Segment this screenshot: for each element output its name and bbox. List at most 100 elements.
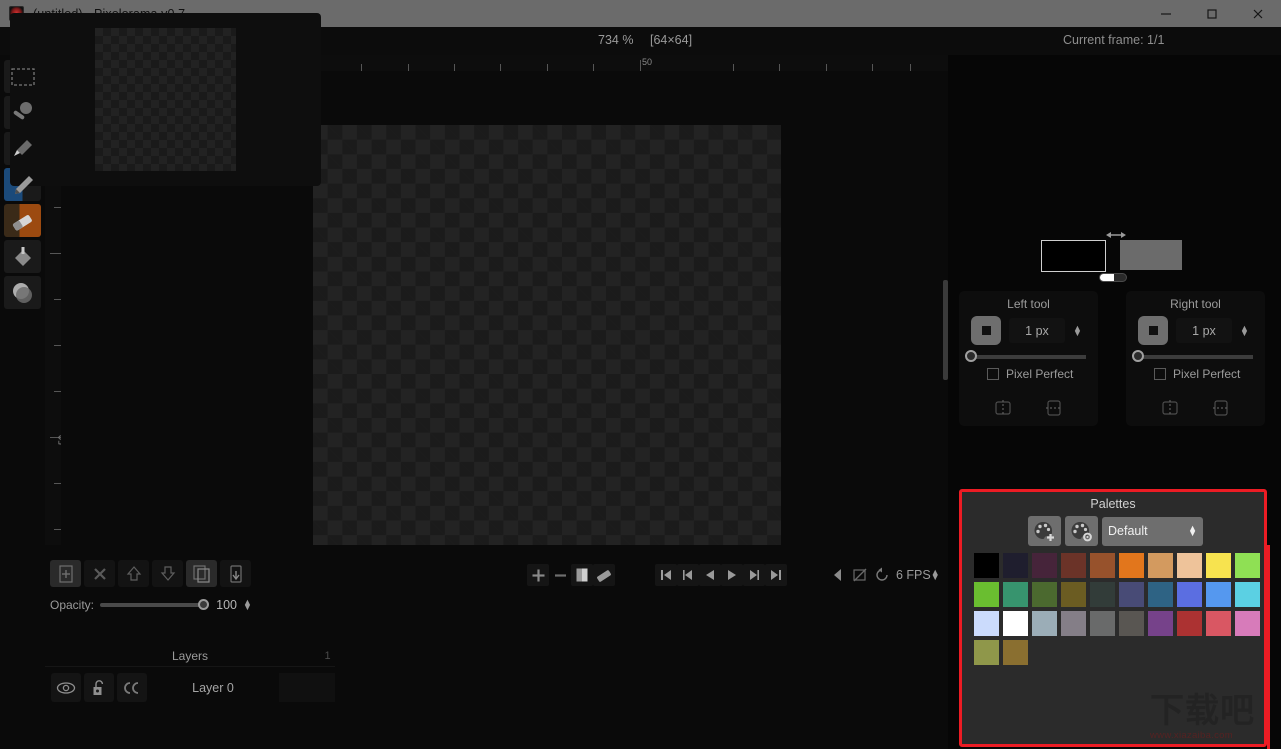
palette-swatch[interactable] xyxy=(1001,551,1030,580)
left-mirror-vertical-icon[interactable] xyxy=(1045,399,1063,422)
palette-swatch[interactable] xyxy=(1146,580,1175,609)
palette-swatch[interactable] xyxy=(1233,551,1262,580)
palette-swatch[interactable] xyxy=(1117,551,1146,580)
palettes-toolbar: Default ▲ ▼ xyxy=(962,511,1264,546)
add-palette-icon[interactable] xyxy=(1028,516,1061,546)
palette-swatch[interactable] xyxy=(1088,580,1117,609)
palette-swatch[interactable] xyxy=(1059,580,1088,609)
palette-swatch[interactable] xyxy=(1088,609,1117,638)
palette-swatch[interactable] xyxy=(972,609,1001,638)
opacity-control: Opacity: 100 ▲ ▼ xyxy=(50,594,270,616)
left-color-swatch[interactable] xyxy=(1041,240,1106,272)
palette-swatch[interactable] xyxy=(1175,580,1204,609)
fps-value[interactable]: 6 FPS xyxy=(896,568,931,582)
copy-frame-button[interactable] xyxy=(571,564,593,586)
palette-swatch[interactable] xyxy=(1233,609,1262,638)
left-mirror-horizontal-icon[interactable] xyxy=(994,399,1012,422)
pencil-tool[interactable] xyxy=(4,168,41,201)
palette-swatch[interactable] xyxy=(1146,551,1175,580)
right-brush-size-slider[interactable] xyxy=(1132,350,1253,362)
table-row[interactable]: Layer 0 xyxy=(45,671,335,704)
right-pixel-perfect-checkbox[interactable] xyxy=(1154,368,1166,380)
right-color-swatch[interactable] xyxy=(1120,240,1182,270)
right-mirror-vertical-icon[interactable] xyxy=(1212,399,1230,422)
move-layer-down-button[interactable] xyxy=(152,560,183,587)
left-brush-button[interactable] xyxy=(971,316,1001,345)
opacity-value[interactable]: 100 xyxy=(211,598,237,612)
palette-swatch[interactable] xyxy=(1059,551,1088,580)
right-pixel-perfect-label: Pixel Perfect xyxy=(1173,367,1241,381)
opacity-slider-knob[interactable] xyxy=(198,599,210,610)
maximize-icon[interactable] xyxy=(1189,0,1235,27)
minimize-icon[interactable] xyxy=(1143,0,1189,27)
palette-swatch[interactable] xyxy=(1059,609,1088,638)
alpha-slider[interactable] xyxy=(1099,273,1127,282)
palette-swatch[interactable] xyxy=(1001,609,1030,638)
palette-swatch[interactable] xyxy=(1001,638,1030,667)
zoom-level: 734 % xyxy=(598,33,634,47)
edit-palette-icon[interactable] xyxy=(1065,516,1098,546)
move-layer-up-button[interactable] xyxy=(118,560,149,587)
add-frame-button[interactable] xyxy=(527,564,549,586)
left-pixel-perfect-checkbox[interactable] xyxy=(987,368,999,380)
erase-frame-button[interactable] xyxy=(593,564,615,586)
palette-swatch[interactable] xyxy=(1233,580,1262,609)
bucket-fill-tool[interactable] xyxy=(4,240,41,273)
right-mirror-horizontal-icon[interactable] xyxy=(1161,399,1179,422)
lighten-darken-tool[interactable] xyxy=(4,276,41,309)
palette-swatch[interactable] xyxy=(1175,551,1204,580)
close-icon[interactable] xyxy=(1235,0,1281,27)
palette-swatch[interactable] xyxy=(1030,609,1059,638)
left-brush-size-stepper[interactable]: ▲ ▼ xyxy=(1073,323,1082,337)
right-brush-size[interactable]: 1 px xyxy=(1176,318,1232,343)
eraser-tool[interactable] xyxy=(4,204,41,237)
layer-frame-cell[interactable] xyxy=(279,673,335,702)
palette-swatch[interactable] xyxy=(1146,609,1175,638)
clone-layer-button[interactable] xyxy=(186,560,217,587)
play-backwards-button[interactable] xyxy=(699,564,721,586)
delete-layer-button[interactable] xyxy=(84,560,115,587)
palette-swatch[interactable] xyxy=(1088,551,1117,580)
palette-swatch[interactable] xyxy=(972,551,1001,580)
add-layer-button[interactable] xyxy=(50,560,81,587)
palette-swatch[interactable] xyxy=(1117,580,1146,609)
palette-swatch[interactable] xyxy=(1204,551,1233,580)
drawing-canvas[interactable] xyxy=(313,125,781,545)
previous-frame-button[interactable] xyxy=(677,564,699,586)
last-frame-button[interactable] xyxy=(765,564,787,586)
eye-icon[interactable] xyxy=(51,673,81,702)
onion-skinning-toggle-button[interactable] xyxy=(849,564,871,586)
palette-swatch[interactable] xyxy=(1204,609,1233,638)
link-icon[interactable] xyxy=(117,673,147,702)
palette-swatch[interactable] xyxy=(1030,551,1059,580)
palette-swatch[interactable] xyxy=(1204,580,1233,609)
layer-name[interactable]: Layer 0 xyxy=(150,673,276,702)
opacity-slider[interactable] xyxy=(100,599,210,610)
magic-wand-tool[interactable] xyxy=(4,96,41,129)
remove-frame-button[interactable] xyxy=(549,564,571,586)
fps-stepper[interactable]: ▲ ▼ xyxy=(931,568,940,582)
unlock-icon[interactable] xyxy=(84,673,114,702)
palette-swatch[interactable] xyxy=(1175,609,1204,638)
palette-swatch[interactable] xyxy=(972,638,1001,667)
palette-swatch[interactable] xyxy=(1001,580,1030,609)
right-brush-size-stepper[interactable]: ▲ ▼ xyxy=(1240,323,1249,337)
palette-swatch[interactable] xyxy=(972,580,1001,609)
left-brush-size-slider[interactable] xyxy=(965,350,1086,362)
play-forward-button[interactable] xyxy=(721,564,743,586)
loop-animation-button[interactable] xyxy=(871,564,893,586)
palette-select-value: Default xyxy=(1108,524,1148,538)
next-frame-button[interactable] xyxy=(743,564,765,586)
palette-swatch[interactable] xyxy=(1117,609,1146,638)
first-frame-button[interactable] xyxy=(655,564,677,586)
merge-layer-down-button[interactable] xyxy=(220,560,251,587)
opacity-stepper[interactable]: ▲ ▼ xyxy=(243,598,252,612)
left-brush-size[interactable]: 1 px xyxy=(1009,318,1065,343)
right-brush-button[interactable] xyxy=(1138,316,1168,345)
palettes-title: Palettes xyxy=(1090,497,1136,511)
palette-swatch[interactable] xyxy=(1030,580,1059,609)
swap-colors-icon[interactable] xyxy=(1105,228,1127,240)
onion-skinning-button[interactable] xyxy=(827,564,849,586)
palette-select[interactable]: Default ▲ ▼ xyxy=(1102,516,1203,546)
color-picker-tool[interactable] xyxy=(4,132,41,165)
